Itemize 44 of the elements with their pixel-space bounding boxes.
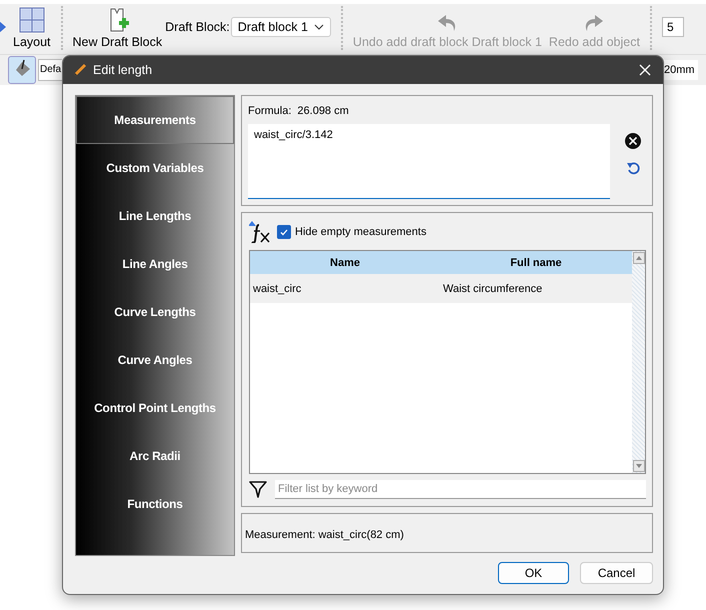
filter-icon [249, 480, 267, 498]
layout-icon [18, 7, 45, 33]
status-text: Measurement: waist_circ(82 cm) [245, 529, 404, 541]
clear-button[interactable] [625, 133, 641, 149]
paint-bucket-button[interactable] [8, 56, 36, 84]
formula-label: Formula: [248, 105, 292, 117]
hide-empty-checkbox[interactable]: Hide empty measurements [277, 225, 426, 239]
zoom-field[interactable]: 5 [662, 17, 684, 37]
draft-block-select[interactable]: Draft block 1 [230, 17, 331, 37]
reset-button[interactable] [626, 161, 640, 175]
scrollbar[interactable] [632, 251, 645, 473]
column-header[interactable]: Name [250, 251, 440, 274]
sidebar-item[interactable]: Control Point Lengths [76, 384, 234, 432]
style-field[interactable]: Defa [38, 59, 62, 81]
draft-block-label: Draft Block: [165, 20, 230, 34]
column-header[interactable]: Full name [440, 251, 632, 274]
sidebar-item[interactable]: Custom Variables [76, 144, 234, 192]
undo-icon [626, 161, 640, 175]
function-button[interactable] [249, 221, 271, 243]
formula-result: 26.098 cm [297, 105, 349, 117]
table-cell-text: waist_circ [252, 282, 302, 296]
formula-field[interactable]: waist_circ/3.142 [248, 124, 610, 199]
chevron-down-icon [314, 24, 324, 30]
play-icon [0, 20, 6, 34]
sidebar-item[interactable]: Functions [76, 480, 234, 528]
pencil-icon [73, 63, 87, 77]
table-cell-text: Waist circumference [442, 282, 544, 296]
layout-button[interactable]: Layout [13, 7, 51, 50]
close-icon [639, 64, 651, 76]
window-title: Edit length [93, 63, 152, 77]
size-field[interactable]: 20mm [664, 60, 698, 80]
new-draft-block-button[interactable]: New Draft Block [72, 7, 162, 50]
filter-field[interactable]: Filter list by keyword [275, 480, 646, 498]
sidebar-item[interactable]: Line Angles [76, 240, 234, 288]
checkmark-icon [280, 228, 288, 236]
ok-button[interactable]: OK [498, 562, 569, 584]
function-icon [249, 221, 271, 243]
sidebar-item[interactable]: Line Lengths [76, 192, 234, 240]
sidebar-item[interactable]: Measurements [76, 96, 234, 144]
sidebar-item[interactable]: Arc Radii [76, 432, 234, 480]
clear-icon [625, 133, 641, 149]
sidebar-item[interactable]: Curve Angles [76, 336, 234, 384]
cancel-button[interactable]: Cancel [580, 562, 653, 584]
sidebar-item[interactable]: Curve Lengths [76, 288, 234, 336]
